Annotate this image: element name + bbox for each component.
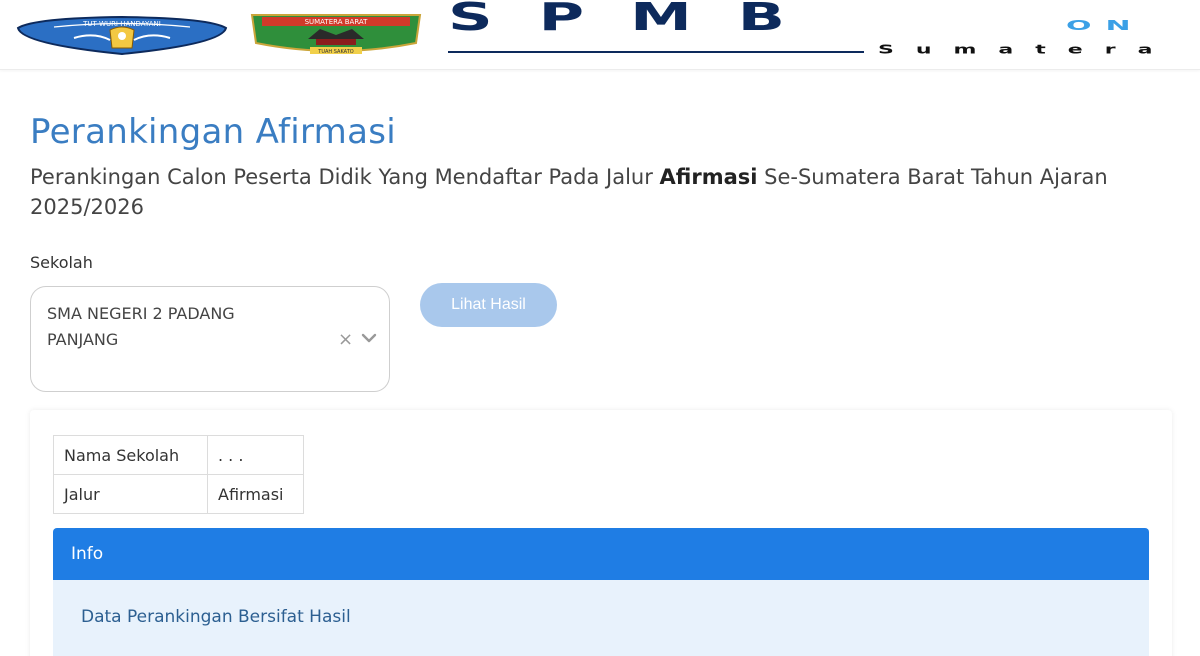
nama-sekolah-value: . . . bbox=[207, 435, 304, 475]
brand-divider bbox=[448, 51, 864, 53]
sekolah-label: Sekolah bbox=[30, 253, 93, 272]
page-title: Perankingan Afirmasi bbox=[30, 112, 396, 152]
clear-icon[interactable]: × bbox=[338, 329, 353, 350]
info-table: Nama Sekolah . . . Jalur Afirmasi bbox=[53, 435, 304, 514]
jalur-value: Afirmasi bbox=[207, 474, 304, 514]
result-card: Nama Sekolah . . . Jalur Afirmasi Info D… bbox=[30, 410, 1172, 656]
brand-main-text: SPMB bbox=[448, 0, 832, 40]
brand-sub-text: Sumatera bbox=[878, 43, 1175, 57]
info-alert-message: Data Perankingan Bersifat Hasil bbox=[53, 580, 1149, 656]
brand-on-text: ON bbox=[1066, 18, 1145, 34]
chevron-down-icon[interactable] bbox=[361, 333, 377, 343]
site-header: TUT WURI HANDAYANI SUMATERA BARAT TUAH S… bbox=[0, 0, 1200, 70]
subtitle-text-before: Perankingan Calon Peserta Didik Yang Men… bbox=[30, 165, 660, 189]
sekolah-select[interactable]: SMA NEGERI 2 PADANG PANJANG × bbox=[30, 286, 390, 392]
tut-wuri-handayani-logo: TUT WURI HANDAYANI bbox=[16, 15, 228, 56]
lihat-hasil-button[interactable]: Lihat Hasil bbox=[420, 283, 557, 327]
sumatera-barat-logo: SUMATERA BARAT TUAH SAKATO bbox=[250, 14, 422, 55]
info-alert-header: Info bbox=[53, 528, 1149, 580]
table-row: Nama Sekolah . . . bbox=[53, 435, 304, 475]
svg-text:TUAH SAKATO: TUAH SAKATO bbox=[317, 49, 353, 55]
page-subtitle: Perankingan Calon Peserta Didik Yang Men… bbox=[30, 162, 1150, 222]
svg-text:SUMATERA BARAT: SUMATERA BARAT bbox=[305, 18, 369, 26]
jalur-key: Jalur bbox=[53, 474, 208, 514]
subtitle-jalur-bold: Afirmasi bbox=[659, 165, 758, 189]
nama-sekolah-key: Nama Sekolah bbox=[53, 435, 208, 475]
table-row: Jalur Afirmasi bbox=[53, 474, 304, 514]
sekolah-selected-value: SMA NEGERI 2 PADANG PANJANG bbox=[47, 304, 235, 349]
